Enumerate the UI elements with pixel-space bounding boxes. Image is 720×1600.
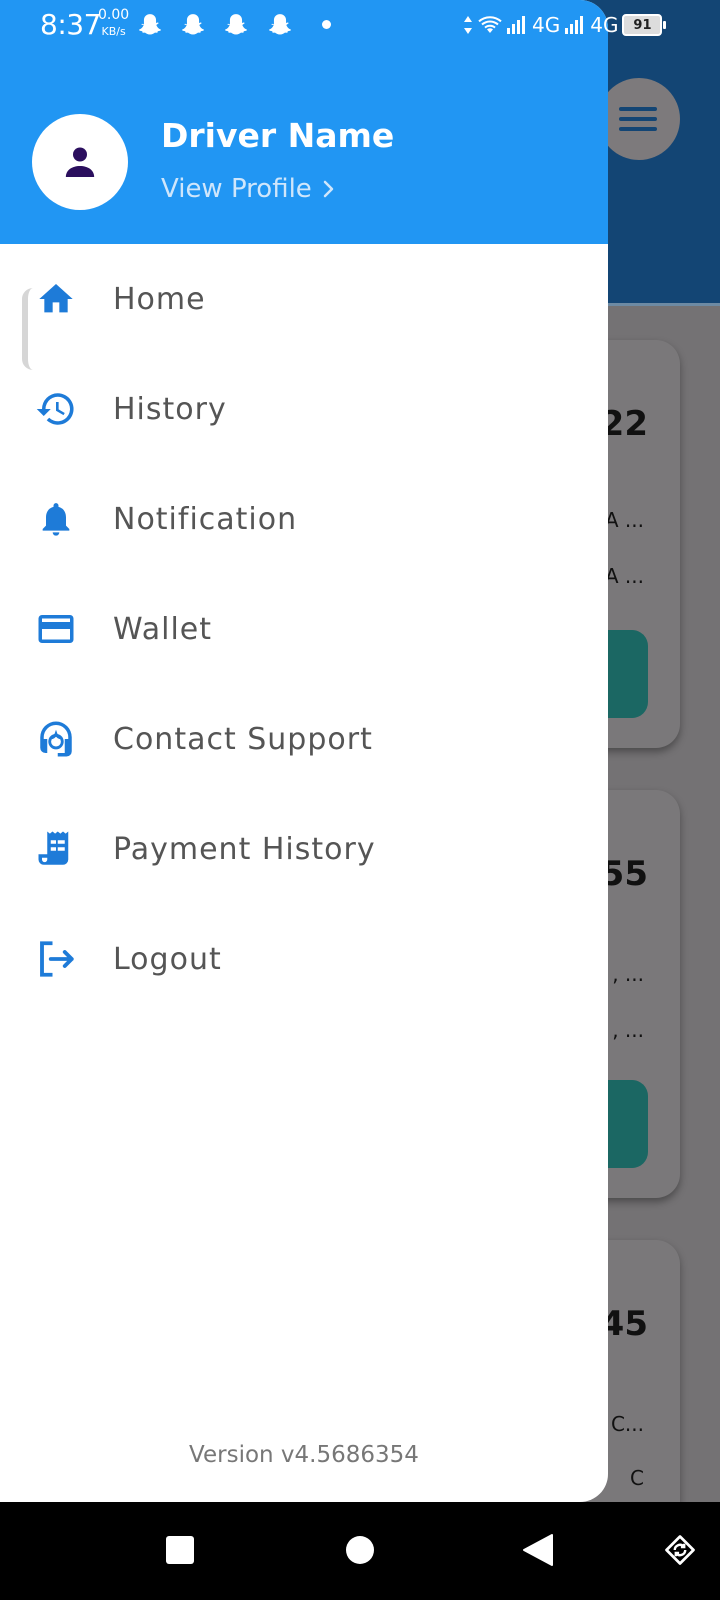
headset-icon xyxy=(34,717,78,761)
snapchat-icon xyxy=(269,14,291,35)
back-button[interactable] xyxy=(514,1526,562,1574)
notification-dot-icon xyxy=(322,20,331,29)
menu-item-logout[interactable]: Logout xyxy=(0,904,608,1014)
card-text: A ... xyxy=(604,508,644,532)
history-icon xyxy=(34,387,78,431)
network-type-1: 4G xyxy=(532,13,561,37)
home-button[interactable] xyxy=(336,1526,384,1574)
network-speed-unit: KB/s xyxy=(101,25,126,38)
square-icon xyxy=(166,1536,194,1564)
receipt-icon xyxy=(34,827,78,871)
signal-icon xyxy=(565,16,584,34)
menu-item-label: Contact Support xyxy=(113,721,373,757)
menu-item-label: Wallet xyxy=(113,611,213,647)
app-version: Version v4.5686354 xyxy=(189,1442,419,1468)
menu-item-payment-history[interactable]: Payment History xyxy=(0,794,608,904)
card-text: C xyxy=(630,1466,644,1490)
menu-item-notification[interactable]: Notification xyxy=(0,464,608,574)
menu-item-label: Notification xyxy=(113,501,298,537)
system-navigation-bar xyxy=(0,1502,720,1600)
network-speed-value: 0.00 xyxy=(98,7,130,23)
credit-card-icon xyxy=(34,607,78,651)
signal-icon xyxy=(507,16,525,34)
snapchat-icon xyxy=(139,14,161,35)
status-time: 8:37 xyxy=(40,8,101,41)
card-text: , ... xyxy=(612,1018,644,1042)
snapchat-icon xyxy=(225,14,247,35)
avatar[interactable] xyxy=(32,114,128,210)
status-icons: 4G 4G 91 xyxy=(462,10,667,40)
menu-item-label: Logout xyxy=(113,941,222,977)
chevron-right-icon xyxy=(323,180,334,198)
network-type-2: 4G xyxy=(590,13,619,37)
menu-item-contact-support[interactable]: Contact Support xyxy=(0,684,608,794)
menu-item-label: Home xyxy=(113,281,206,317)
hamburger-menu-button[interactable] xyxy=(598,78,680,160)
menu-item-wallet[interactable]: Wallet xyxy=(0,574,608,684)
menu-item-label: History xyxy=(113,391,227,427)
snapchat-icon xyxy=(182,14,204,35)
circle-icon xyxy=(346,1536,374,1564)
view-profile-link[interactable]: View Profile xyxy=(161,174,336,204)
card-text: , ... xyxy=(612,962,644,986)
menu-item-home[interactable]: Home xyxy=(0,244,608,354)
card-text: C... xyxy=(610,1412,644,1436)
recents-button[interactable] xyxy=(156,1526,204,1574)
person-icon xyxy=(65,147,95,177)
battery-icon: 91 xyxy=(622,14,667,36)
navigation-drawer: Driver Name View Profile 8:37 0.00 KB/s … xyxy=(0,0,608,1502)
battery-level: 91 xyxy=(633,17,652,33)
back-triangle-icon xyxy=(523,1534,553,1566)
card-text: A ... xyxy=(604,564,644,588)
logout-icon xyxy=(34,937,78,981)
menu-item-history[interactable]: History xyxy=(0,354,608,464)
view-profile-label: View Profile xyxy=(161,174,312,204)
wifi-icon xyxy=(478,16,502,33)
driver-name: Driver Name xyxy=(161,116,395,155)
menu-item-label: Payment History xyxy=(113,831,376,867)
bell-icon xyxy=(34,497,78,541)
data-activity-icon xyxy=(464,16,472,34)
rotate-button[interactable] xyxy=(656,1526,704,1574)
network-speed: 0.00 KB/s xyxy=(98,8,129,37)
home-icon xyxy=(34,277,78,321)
rotate-icon xyxy=(665,1535,695,1565)
